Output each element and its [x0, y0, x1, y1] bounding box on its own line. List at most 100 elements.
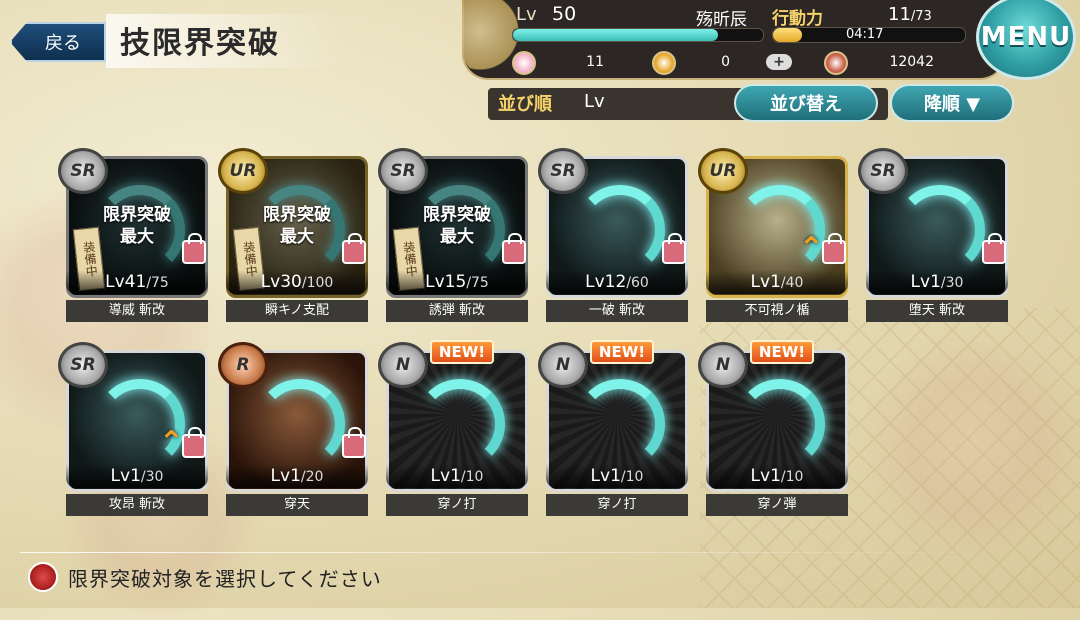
skill-level-current: Lv30 [260, 272, 302, 292]
skill-name: 誘弾 斬改 [386, 300, 528, 322]
rarity-badge: SR [378, 148, 428, 194]
lock-icon[interactable] [182, 233, 206, 264]
footer-divider [20, 552, 1020, 553]
skill-effect-icon [575, 379, 665, 469]
skill-card[interactable]: 限界突破 最大 装備中 SR Lv15/75 誘弾 斬改 [378, 148, 532, 322]
skill-name: 穿ノ打 [386, 494, 528, 516]
skill-card[interactable]: R Lv1/20 穿天 [218, 342, 372, 516]
skill-level: Lv41/75 [66, 270, 208, 294]
order-button-label: 降順 ▼ [923, 94, 981, 115]
skill-level: Lv1/10 [386, 464, 528, 488]
skill-level-max: /100 [301, 275, 334, 291]
skill-level: Lv1/40 [706, 270, 848, 294]
sort-button-label: 並び替え [770, 94, 842, 115]
skill-level-current: Lv1 [590, 466, 621, 486]
skill-level-current: Lv41 [105, 272, 147, 292]
skill-level: Lv1/10 [546, 464, 688, 488]
lock-icon[interactable] [342, 233, 366, 264]
skill-card[interactable]: N NEW! Lv1/10 穿ノ打 [538, 340, 692, 516]
new-badge: NEW! [590, 340, 654, 364]
coin-count: 0 [721, 54, 730, 70]
skill-name: 攻昂 斬改 [66, 494, 208, 516]
skill-name: 穿天 [226, 494, 368, 516]
lock-icon[interactable] [182, 427, 206, 458]
skill-name: 瞬キノ支配 [226, 300, 368, 322]
skill-level-current: Lv1 [270, 466, 301, 486]
flower-crest-icon [28, 562, 58, 592]
skill-card[interactable]: 限界突破 最大 装備中 UR Lv30/100 瞬キノ支配 [218, 148, 372, 322]
skill-level: Lv30/100 [226, 270, 368, 294]
skill-level-current: Lv15 [425, 272, 467, 292]
skill-name: 堕天 斬改 [866, 300, 1008, 322]
rarity-badge: UR [218, 148, 268, 194]
skill-level-current: Lv12 [585, 272, 627, 292]
skill-effect-icon [735, 379, 825, 469]
back-label: 戻る [45, 33, 81, 54]
lock-icon[interactable] [822, 233, 846, 264]
action-points-fill [773, 28, 802, 42]
action-points-label: 行動力 [772, 9, 823, 29]
lock-icon[interactable] [662, 233, 686, 264]
action-points-value: 11/73 [888, 4, 932, 25]
skill-level-current: Lv1 [110, 466, 141, 486]
rarity-badge: N [698, 342, 748, 388]
skill-effect-icon [895, 185, 985, 275]
skill-level-current: Lv1 [750, 466, 781, 486]
skill-effect-icon [255, 379, 345, 469]
skill-name: 導威 斬改 [66, 300, 208, 322]
skill-card[interactable]: 限界突破 最大 装備中 SR Lv41/75 導威 斬改 [58, 148, 212, 322]
skill-level: Lv1/30 [866, 270, 1008, 294]
skill-card[interactable]: SR Lv12/60 一破 斬改 [538, 148, 692, 322]
plus-icon[interactable]: + [766, 54, 792, 70]
menu-button[interactable]: MENU [976, 0, 1076, 80]
skill-name: 穿ノ弾 [706, 494, 848, 516]
skill-card[interactable]: UR ⌃ Lv1/40 不可視ノ楯 [698, 148, 852, 322]
rarity-badge: SR [538, 148, 588, 194]
action-points-max: /73 [910, 9, 932, 24]
skill-name: 一破 斬改 [546, 300, 688, 322]
skill-level: Lv15/75 [386, 270, 528, 294]
skill-level-current: Lv1 [910, 272, 941, 292]
skill-card[interactable]: N NEW! Lv1/10 穿ノ打 [378, 340, 532, 516]
skill-card[interactable]: SR ⌃ Lv1/30 攻昂 斬改 [58, 342, 212, 516]
skill-level: Lv1/30 [66, 464, 208, 488]
upgrade-arrow-icon: ⌃ [798, 231, 824, 266]
rarity-badge: N [538, 342, 588, 388]
lock-icon[interactable] [342, 427, 366, 458]
skill-card[interactable]: SR Lv1/30 堕天 斬改 [858, 148, 1012, 322]
player-level-value: 50 [552, 3, 577, 25]
skill-level: Lv12/60 [546, 270, 688, 294]
skill-level: Lv1/20 [226, 464, 368, 488]
gem-count: 11 [586, 54, 604, 70]
new-badge: NEW! [750, 340, 814, 364]
upgrade-arrow-icon: ⌃ [158, 425, 184, 460]
exp-bar [512, 28, 764, 42]
footer-instruction: 限界突破対象を選択してください [68, 567, 382, 591]
exp-bar-fill [513, 29, 718, 41]
skill-level-max: /30 [140, 469, 164, 485]
skill-level-max: /30 [940, 275, 964, 291]
skill-level-max: /75 [146, 275, 169, 291]
skill-level-max: /10 [460, 469, 484, 485]
skill-level-max: /60 [626, 275, 649, 291]
lock-icon[interactable] [502, 233, 526, 264]
rarity-badge: SR [58, 148, 108, 194]
player-name: 殇昕辰 [696, 10, 747, 30]
skill-card[interactable]: N NEW! Lv1/10 穿ノ弾 [698, 340, 852, 516]
back-button[interactable]: 戻る [10, 22, 106, 62]
player-level-label: Lv [516, 4, 537, 25]
sort-button[interactable]: 並び替え [734, 84, 878, 122]
gem-icon [512, 51, 536, 75]
skill-level: Lv1/10 [706, 464, 848, 488]
sort-label: 並び順 [498, 94, 552, 115]
skill-effect-icon [415, 379, 505, 469]
order-button[interactable]: 降順 ▼ [890, 84, 1014, 122]
sort-value: Lv [584, 91, 605, 112]
skill-level-current: Lv1 [430, 466, 461, 486]
skill-level-max: /10 [620, 469, 644, 485]
coin-icon [652, 51, 676, 75]
lock-icon[interactable] [982, 233, 1006, 264]
skill-name: 穿ノ打 [546, 494, 688, 516]
rarity-badge: SR [858, 148, 908, 194]
page-title: 技限界突破 [120, 26, 280, 61]
